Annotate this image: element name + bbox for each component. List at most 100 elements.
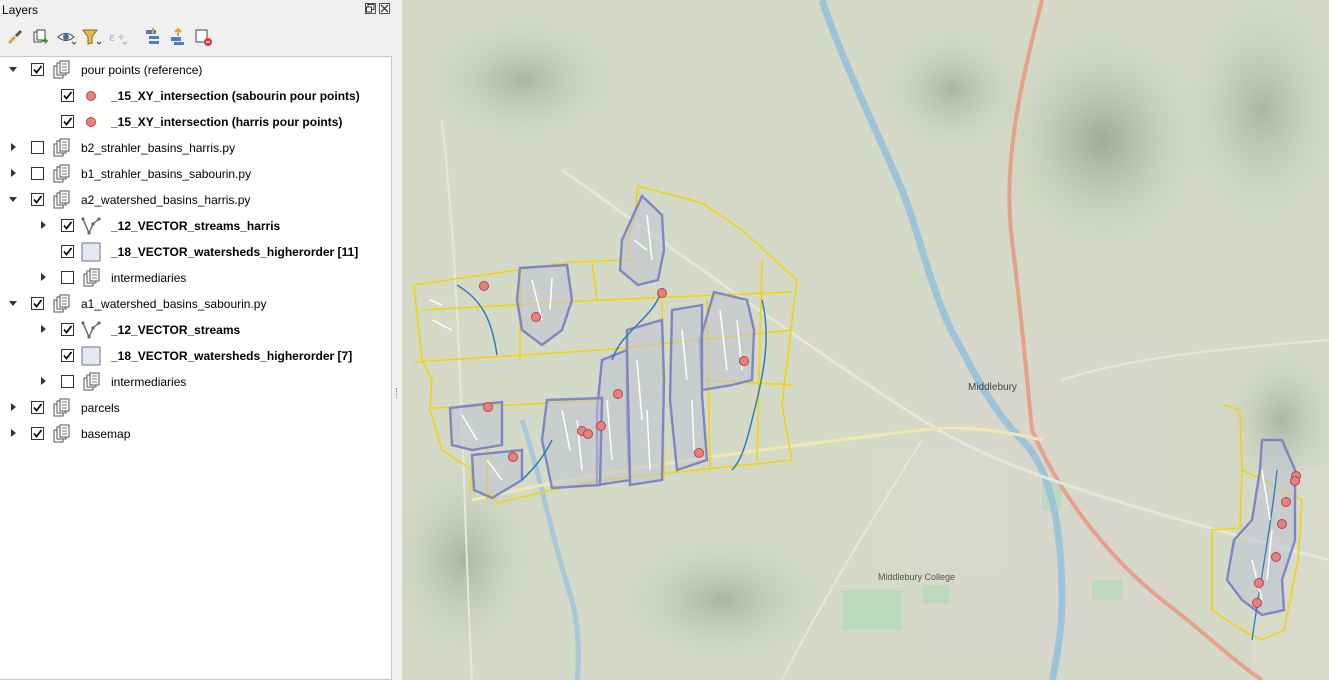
layer-row[interactable]: pour points (reference) — [0, 57, 390, 83]
layer-group-icon — [83, 372, 100, 391]
layer-row[interactable]: _15_XY_intersection (harris pour points) — [0, 109, 390, 135]
layer-label: a1_watershed_basins_sabourin.py — [81, 297, 267, 311]
expand-arrow-icon[interactable] — [38, 376, 48, 386]
filter-button[interactable] — [80, 26, 102, 48]
layer-group-icon — [53, 164, 70, 183]
checkmark-icon — [63, 325, 73, 334]
checkmark-icon — [33, 403, 43, 412]
layer-label: _15_XY_intersection (harris pour points) — [111, 115, 343, 129]
layer-row[interactable]: a1_watershed_basins_sabourin.py — [0, 291, 390, 317]
layer-visibility-checkbox[interactable] — [61, 349, 74, 362]
polygon-layer-icon — [81, 346, 101, 366]
layer-visibility-checkbox[interactable] — [61, 115, 74, 128]
expand-all-icon — [146, 28, 159, 44]
layer-label: _15_XY_intersection (sabourin pour point… — [111, 89, 360, 103]
layer-row[interactable]: parcels — [0, 395, 390, 421]
layer-row[interactable]: intermediaries — [0, 265, 390, 291]
layer-row[interactable]: b2_strahler_basins_harris.py — [0, 135, 390, 161]
expand-arrow-icon[interactable] — [38, 272, 48, 282]
layers-panel: Layers ε pour points (reference) _15_XY_i… — [0, 0, 393, 680]
layer-label: b2_strahler_basins_harris.py — [81, 141, 236, 155]
layer-label: intermediaries — [111, 271, 187, 285]
expand-all-button[interactable] — [142, 26, 164, 48]
point-symbol-icon — [86, 91, 96, 101]
layer-visibility-checkbox[interactable] — [31, 63, 44, 76]
svg-text:ε: ε — [109, 31, 115, 44]
checkmark-icon — [63, 221, 73, 230]
layer-row[interactable]: _18_VECTOR_watersheds_higherorder [7] — [0, 343, 390, 369]
map-canvas[interactable]: Middlebury Middlebury College — [402, 0, 1329, 680]
point-symbol-icon — [86, 117, 96, 127]
filter-icon — [82, 29, 101, 45]
layer-row[interactable]: basemap — [0, 421, 390, 447]
collapse-arrow-icon[interactable] — [8, 298, 18, 308]
map-svg[interactable] — [402, 0, 1329, 680]
layer-tree[interactable]: pour points (reference) _15_XY_intersecti… — [0, 56, 392, 680]
splitter-grip[interactable] — [396, 388, 398, 398]
style-brush-button[interactable] — [4, 26, 26, 48]
layer-label: _12_VECTOR_streams — [111, 323, 241, 337]
checkmark-icon — [63, 91, 73, 100]
layer-row[interactable]: intermediaries — [0, 369, 390, 395]
collapse-all-button[interactable] — [167, 26, 189, 48]
expression-filter-button[interactable]: ε — [106, 26, 128, 48]
layer-group-icon — [53, 138, 70, 157]
layer-label: _18_VECTOR_watersheds_higherorder [7] — [111, 349, 353, 363]
layer-row[interactable]: _12_VECTOR_streams_harris — [0, 213, 390, 239]
layer-visibility-checkbox[interactable] — [31, 193, 44, 206]
collapse-arrow-icon[interactable] — [8, 194, 18, 204]
layer-group-icon — [53, 398, 70, 417]
float-panel-button[interactable] — [365, 3, 376, 14]
expand-arrow-icon[interactable] — [8, 428, 18, 438]
checkmark-icon — [33, 299, 43, 308]
visibility-eye-button[interactable] — [55, 26, 77, 48]
expand-arrow-icon[interactable] — [8, 168, 18, 178]
layer-group-icon — [53, 294, 70, 313]
layer-label: a2_watershed_basins_harris.py — [81, 193, 251, 207]
checkmark-icon — [63, 117, 73, 126]
layer-visibility-checkbox[interactable] — [61, 271, 74, 284]
collapse-arrow-icon[interactable] — [8, 64, 18, 74]
layer-visibility-checkbox[interactable] — [31, 167, 44, 180]
checkmark-icon — [63, 247, 73, 256]
line-layer-icon — [81, 321, 101, 339]
close-panel-button[interactable] — [379, 3, 390, 14]
layer-row[interactable]: _12_VECTOR_streams — [0, 317, 390, 343]
style-brush-icon — [8, 30, 22, 44]
add-group-button[interactable] — [29, 26, 51, 48]
expand-arrow-icon[interactable] — [38, 220, 48, 230]
expand-arrow-icon[interactable] — [38, 324, 48, 334]
layer-visibility-checkbox[interactable] — [61, 323, 74, 336]
layer-label: parcels — [81, 401, 120, 415]
layer-visibility-checkbox[interactable] — [61, 89, 74, 102]
checkmark-icon — [63, 351, 73, 360]
remove-layer-button[interactable] — [192, 26, 214, 48]
layer-group-icon — [83, 268, 100, 287]
layer-label: intermediaries — [111, 375, 187, 389]
layer-row[interactable]: _15_XY_intersection (sabourin pour point… — [0, 83, 390, 109]
layer-visibility-checkbox[interactable] — [31, 427, 44, 440]
expand-arrow-icon[interactable] — [8, 402, 18, 412]
float-icon — [366, 4, 375, 13]
layer-visibility-checkbox[interactable] — [31, 401, 44, 414]
layer-visibility-checkbox[interactable] — [31, 297, 44, 310]
layer-row[interactable]: a2_watershed_basins_harris.py — [0, 187, 390, 213]
layer-group-icon — [53, 424, 70, 443]
layer-visibility-checkbox[interactable] — [61, 245, 74, 258]
layer-label: pour points (reference) — [81, 63, 203, 77]
visibility-eye-icon — [57, 33, 76, 45]
layer-row[interactable]: _18_VECTOR_watersheds_higherorder [11] — [0, 239, 390, 265]
panel-titlebar: Layers — [0, 0, 393, 20]
layer-visibility-checkbox[interactable] — [61, 375, 74, 388]
collapse-all-icon — [171, 27, 184, 45]
polygon-layer-icon — [81, 242, 101, 262]
layer-visibility-checkbox[interactable] — [61, 219, 74, 232]
expand-arrow-icon[interactable] — [8, 142, 18, 152]
layer-label: _12_VECTOR_streams_harris — [111, 219, 281, 233]
panel-splitter[interactable] — [393, 0, 402, 680]
layer-label: b1_strahler_basins_sabourin.py — [81, 167, 252, 181]
layer-visibility-checkbox[interactable] — [31, 141, 44, 154]
panel-title: Layers — [2, 3, 39, 17]
add-group-icon — [33, 29, 48, 44]
layer-row[interactable]: b1_strahler_basins_sabourin.py — [0, 161, 390, 187]
